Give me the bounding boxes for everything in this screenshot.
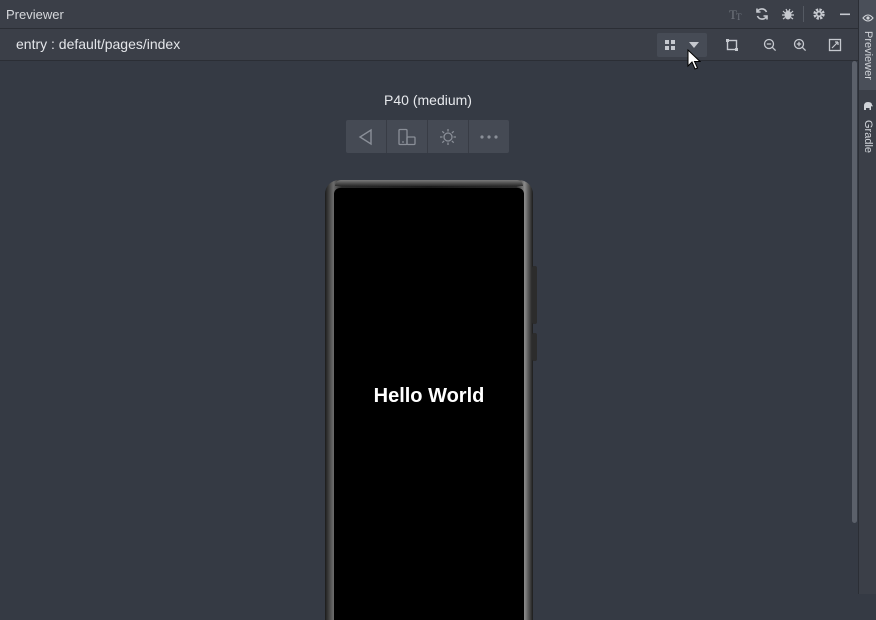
hello-world-text: Hello World xyxy=(373,385,485,407)
gear-icon[interactable] xyxy=(806,1,832,27)
preview-canvas: P40 (medium) Hello World xyxy=(0,61,852,620)
scrollbar-thumb[interactable] xyxy=(852,61,857,523)
phone-frame: Hello World xyxy=(325,180,533,620)
tab-gradle[interactable]: Gradle xyxy=(859,96,876,160)
multi-device-icon[interactable] xyxy=(658,39,682,51)
mouse-cursor-icon xyxy=(687,48,702,76)
phone-volume-button xyxy=(532,266,537,324)
zoom-out-icon[interactable] xyxy=(759,33,781,57)
window-title: Previewer xyxy=(6,7,64,22)
phone-screen[interactable]: Hello World xyxy=(334,188,524,620)
crop-icon[interactable] xyxy=(721,33,743,57)
title-bar: Previewer TT xyxy=(0,0,858,29)
divider xyxy=(803,6,804,22)
phone-bezel xyxy=(335,180,523,186)
device-name: P40 (medium) xyxy=(384,92,472,108)
back-icon[interactable] xyxy=(346,120,387,153)
font-size-icon[interactable]: TT xyxy=(723,1,749,27)
tab-gradle-label: Gradle xyxy=(862,120,874,154)
fit-screen-icon[interactable] xyxy=(824,33,846,57)
elephant-icon xyxy=(862,99,874,117)
phone-power-button xyxy=(532,333,537,361)
eye-icon xyxy=(862,10,874,28)
title-bar-actions: TT xyxy=(723,0,858,28)
tool-window-strip: Previewer Gradle xyxy=(858,0,876,594)
rotate-icon[interactable] xyxy=(387,120,428,153)
minimize-icon[interactable] xyxy=(832,1,858,27)
dropdown-arrow-icon[interactable] xyxy=(682,41,706,49)
tab-previewer-label: Previewer xyxy=(862,31,874,80)
debug-icon[interactable] xyxy=(775,1,801,27)
more-icon[interactable] xyxy=(469,120,509,153)
brightness-icon[interactable] xyxy=(428,120,469,153)
vertical-scrollbar[interactable] xyxy=(851,61,858,594)
previewer-toolbar: entry : default/pages/index xyxy=(0,29,858,61)
page-path: entry : default/pages/index xyxy=(16,36,181,52)
zoom-in-icon[interactable] xyxy=(789,33,811,57)
tab-previewer[interactable]: Previewer xyxy=(859,0,876,90)
device-controls xyxy=(346,120,509,153)
svg-text:T: T xyxy=(736,12,742,22)
refresh-icon[interactable] xyxy=(749,1,775,27)
